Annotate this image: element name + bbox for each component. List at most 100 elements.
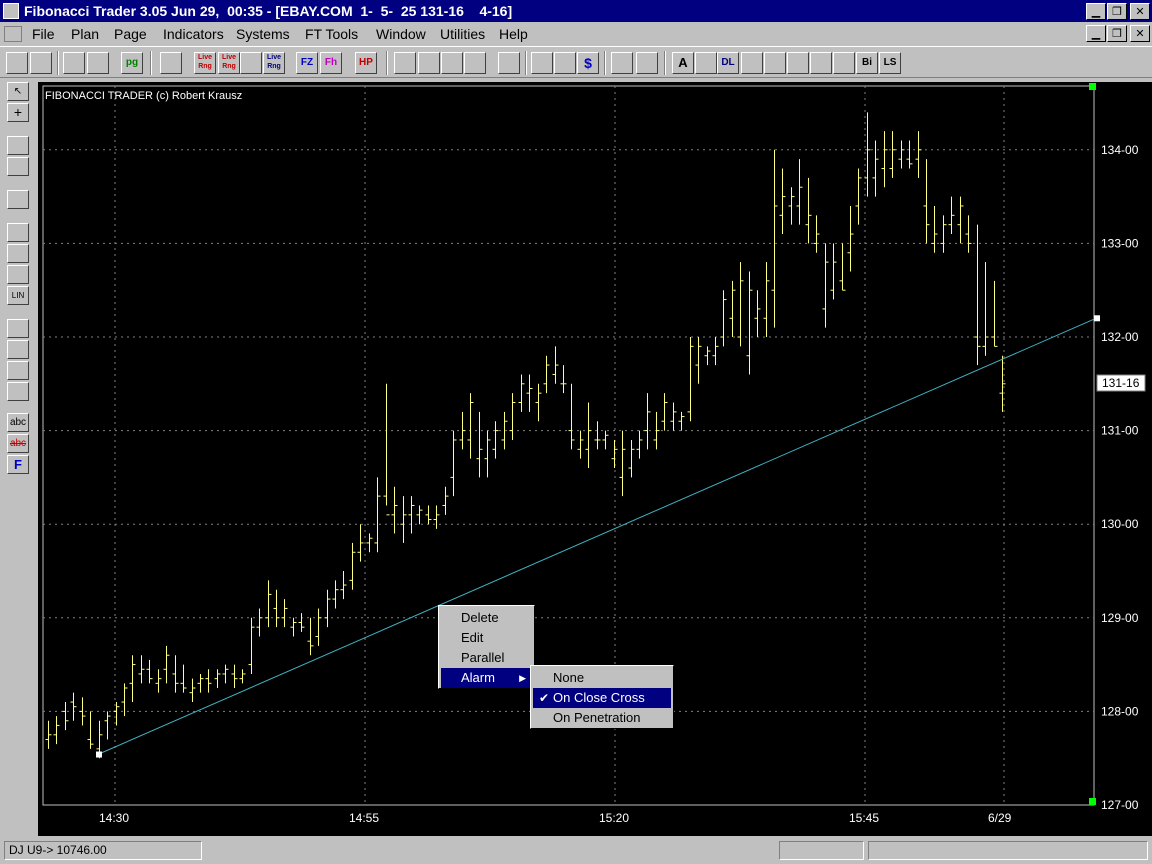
menu-indicators[interactable]: Indicators	[163, 26, 224, 42]
price-bar	[729, 280, 736, 337]
doc-restore-button[interactable]: ❐	[1107, 25, 1127, 42]
app-icon[interactable]	[3, 3, 19, 19]
price-bar	[509, 393, 516, 440]
price-bar	[290, 617, 297, 637]
menu-page[interactable]: Page	[114, 26, 147, 42]
price-bar	[281, 599, 288, 628]
menu-file[interactable]: File	[32, 26, 55, 42]
y-tick-label: 128-00	[1101, 704, 1139, 718]
grid-color-icon[interactable]	[7, 265, 29, 284]
diagonal-line-icon[interactable]	[7, 361, 29, 380]
price-bar	[965, 215, 972, 253]
printer-icon[interactable]	[531, 52, 553, 74]
chart-window-alt-icon[interactable]	[464, 52, 486, 74]
context-edit[interactable]: Edit	[441, 628, 532, 648]
zoom-in-icon[interactable]	[7, 136, 29, 155]
erase-pen-icon[interactable]	[7, 340, 29, 359]
zoom-out-icon[interactable]	[7, 157, 29, 176]
price-bar	[273, 589, 280, 628]
tile-windows-icon[interactable]	[418, 52, 440, 74]
text-abc-button[interactable]: abc	[7, 413, 29, 432]
price-bar	[374, 477, 381, 553]
ls-button[interactable]: LS	[879, 52, 901, 74]
pencil-icon[interactable]	[498, 52, 520, 74]
crosshair-icon[interactable]: +	[7, 103, 29, 122]
price-bar	[492, 421, 499, 459]
range-grid-icon[interactable]	[240, 52, 262, 74]
price-bar	[256, 608, 263, 637]
live-range-blue-button[interactable]: Live Rng	[263, 52, 285, 74]
doc-close-button[interactable]: ✕	[1130, 25, 1150, 42]
price-bar	[788, 187, 795, 225]
close-button[interactable]: ✕	[1130, 3, 1150, 20]
trendline-icon[interactable]	[695, 52, 717, 74]
high-low-chart-icon[interactable]	[63, 52, 85, 74]
toolbar-separator	[664, 51, 666, 75]
new-document-icon[interactable]	[6, 52, 28, 74]
hp-button[interactable]: HP	[355, 52, 377, 74]
alarm-on-close-cross[interactable]: ✔ On Close Cross	[533, 688, 671, 708]
volume-chart-icon[interactable]	[87, 52, 109, 74]
price-bar	[155, 669, 162, 693]
chart-window-icon[interactable]	[441, 52, 463, 74]
price-bar	[855, 168, 862, 225]
price-bar	[991, 280, 998, 347]
page-button[interactable]: pg	[121, 52, 143, 74]
record-icon[interactable]	[636, 52, 658, 74]
f-button[interactable]: F	[7, 455, 29, 474]
price-bar	[104, 711, 111, 740]
fh-button[interactable]: Fh	[320, 52, 342, 74]
fz-button[interactable]: FZ	[296, 52, 318, 74]
fan-lines-icon[interactable]	[764, 52, 786, 74]
bi-button[interactable]: Bi	[856, 52, 878, 74]
green-line-icon[interactable]	[7, 190, 29, 209]
context-delete[interactable]: Delete	[441, 608, 532, 628]
live-range-alt-button[interactable]: Live Rng	[218, 52, 240, 74]
cascade-windows-icon[interactable]	[394, 52, 416, 74]
price-bar	[568, 383, 575, 450]
menu-window[interactable]: Window	[376, 26, 426, 42]
dollar-icon[interactable]: $	[577, 52, 599, 74]
bars-icon[interactable]	[160, 52, 182, 74]
draw-pen-icon[interactable]	[7, 319, 29, 338]
alarm-none[interactable]: None	[533, 668, 671, 688]
trendline-handle-start	[96, 751, 102, 758]
restore-button[interactable]: ❐	[1107, 3, 1127, 20]
vertical-lines-icon[interactable]	[787, 52, 809, 74]
price-bar	[383, 383, 390, 516]
blue-line-icon[interactable]	[7, 223, 29, 242]
menu-plan[interactable]: Plan	[71, 26, 99, 42]
context-parallel-label: Parallel	[461, 650, 505, 665]
price-bar	[889, 131, 896, 178]
notes-icon[interactable]	[611, 52, 633, 74]
minimize-button[interactable]: ▁	[1086, 3, 1106, 20]
menu-systems[interactable]: Systems	[236, 26, 290, 42]
menu-help[interactable]: Help	[499, 26, 528, 42]
last-price-label: 131-16	[1102, 376, 1140, 390]
lin-button[interactable]: LIN	[7, 286, 29, 305]
toolbar-separator	[150, 51, 152, 75]
retracement-icon[interactable]	[833, 52, 855, 74]
text-a-button[interactable]: A	[672, 52, 694, 74]
price-bar	[940, 215, 947, 253]
doc-minimize-button[interactable]: ▁	[1086, 25, 1106, 42]
menu-ft-tools[interactable]: FT Tools	[305, 26, 358, 42]
price-bar	[366, 533, 373, 553]
menu-utilities[interactable]: Utilities	[440, 26, 485, 42]
calculator-icon[interactable]	[554, 52, 576, 74]
parallel-lines-icon[interactable]	[741, 52, 763, 74]
live-range-button[interactable]: Live Rng	[194, 52, 216, 74]
context-alarm[interactable]: Alarm ▶	[441, 668, 532, 688]
pointer-icon[interactable]: ↖	[7, 82, 29, 101]
delete-line-icon[interactable]	[7, 244, 29, 263]
price-bar	[340, 571, 347, 600]
delete-text-button[interactable]: abc	[7, 434, 29, 453]
document-icon[interactable]	[4, 26, 22, 42]
window-title: Fibonacci Trader 3.05 Jun 29, 00:35 - [E…	[24, 3, 513, 19]
horizontal-lines-icon[interactable]	[810, 52, 832, 74]
alarm-on-penetration[interactable]: On Penetration	[533, 708, 671, 728]
context-parallel[interactable]: Parallel	[441, 648, 532, 668]
diagonal-line-alt-icon[interactable]	[7, 382, 29, 401]
print-setup-icon[interactable]	[30, 52, 52, 74]
dl-button[interactable]: DL	[717, 52, 739, 74]
